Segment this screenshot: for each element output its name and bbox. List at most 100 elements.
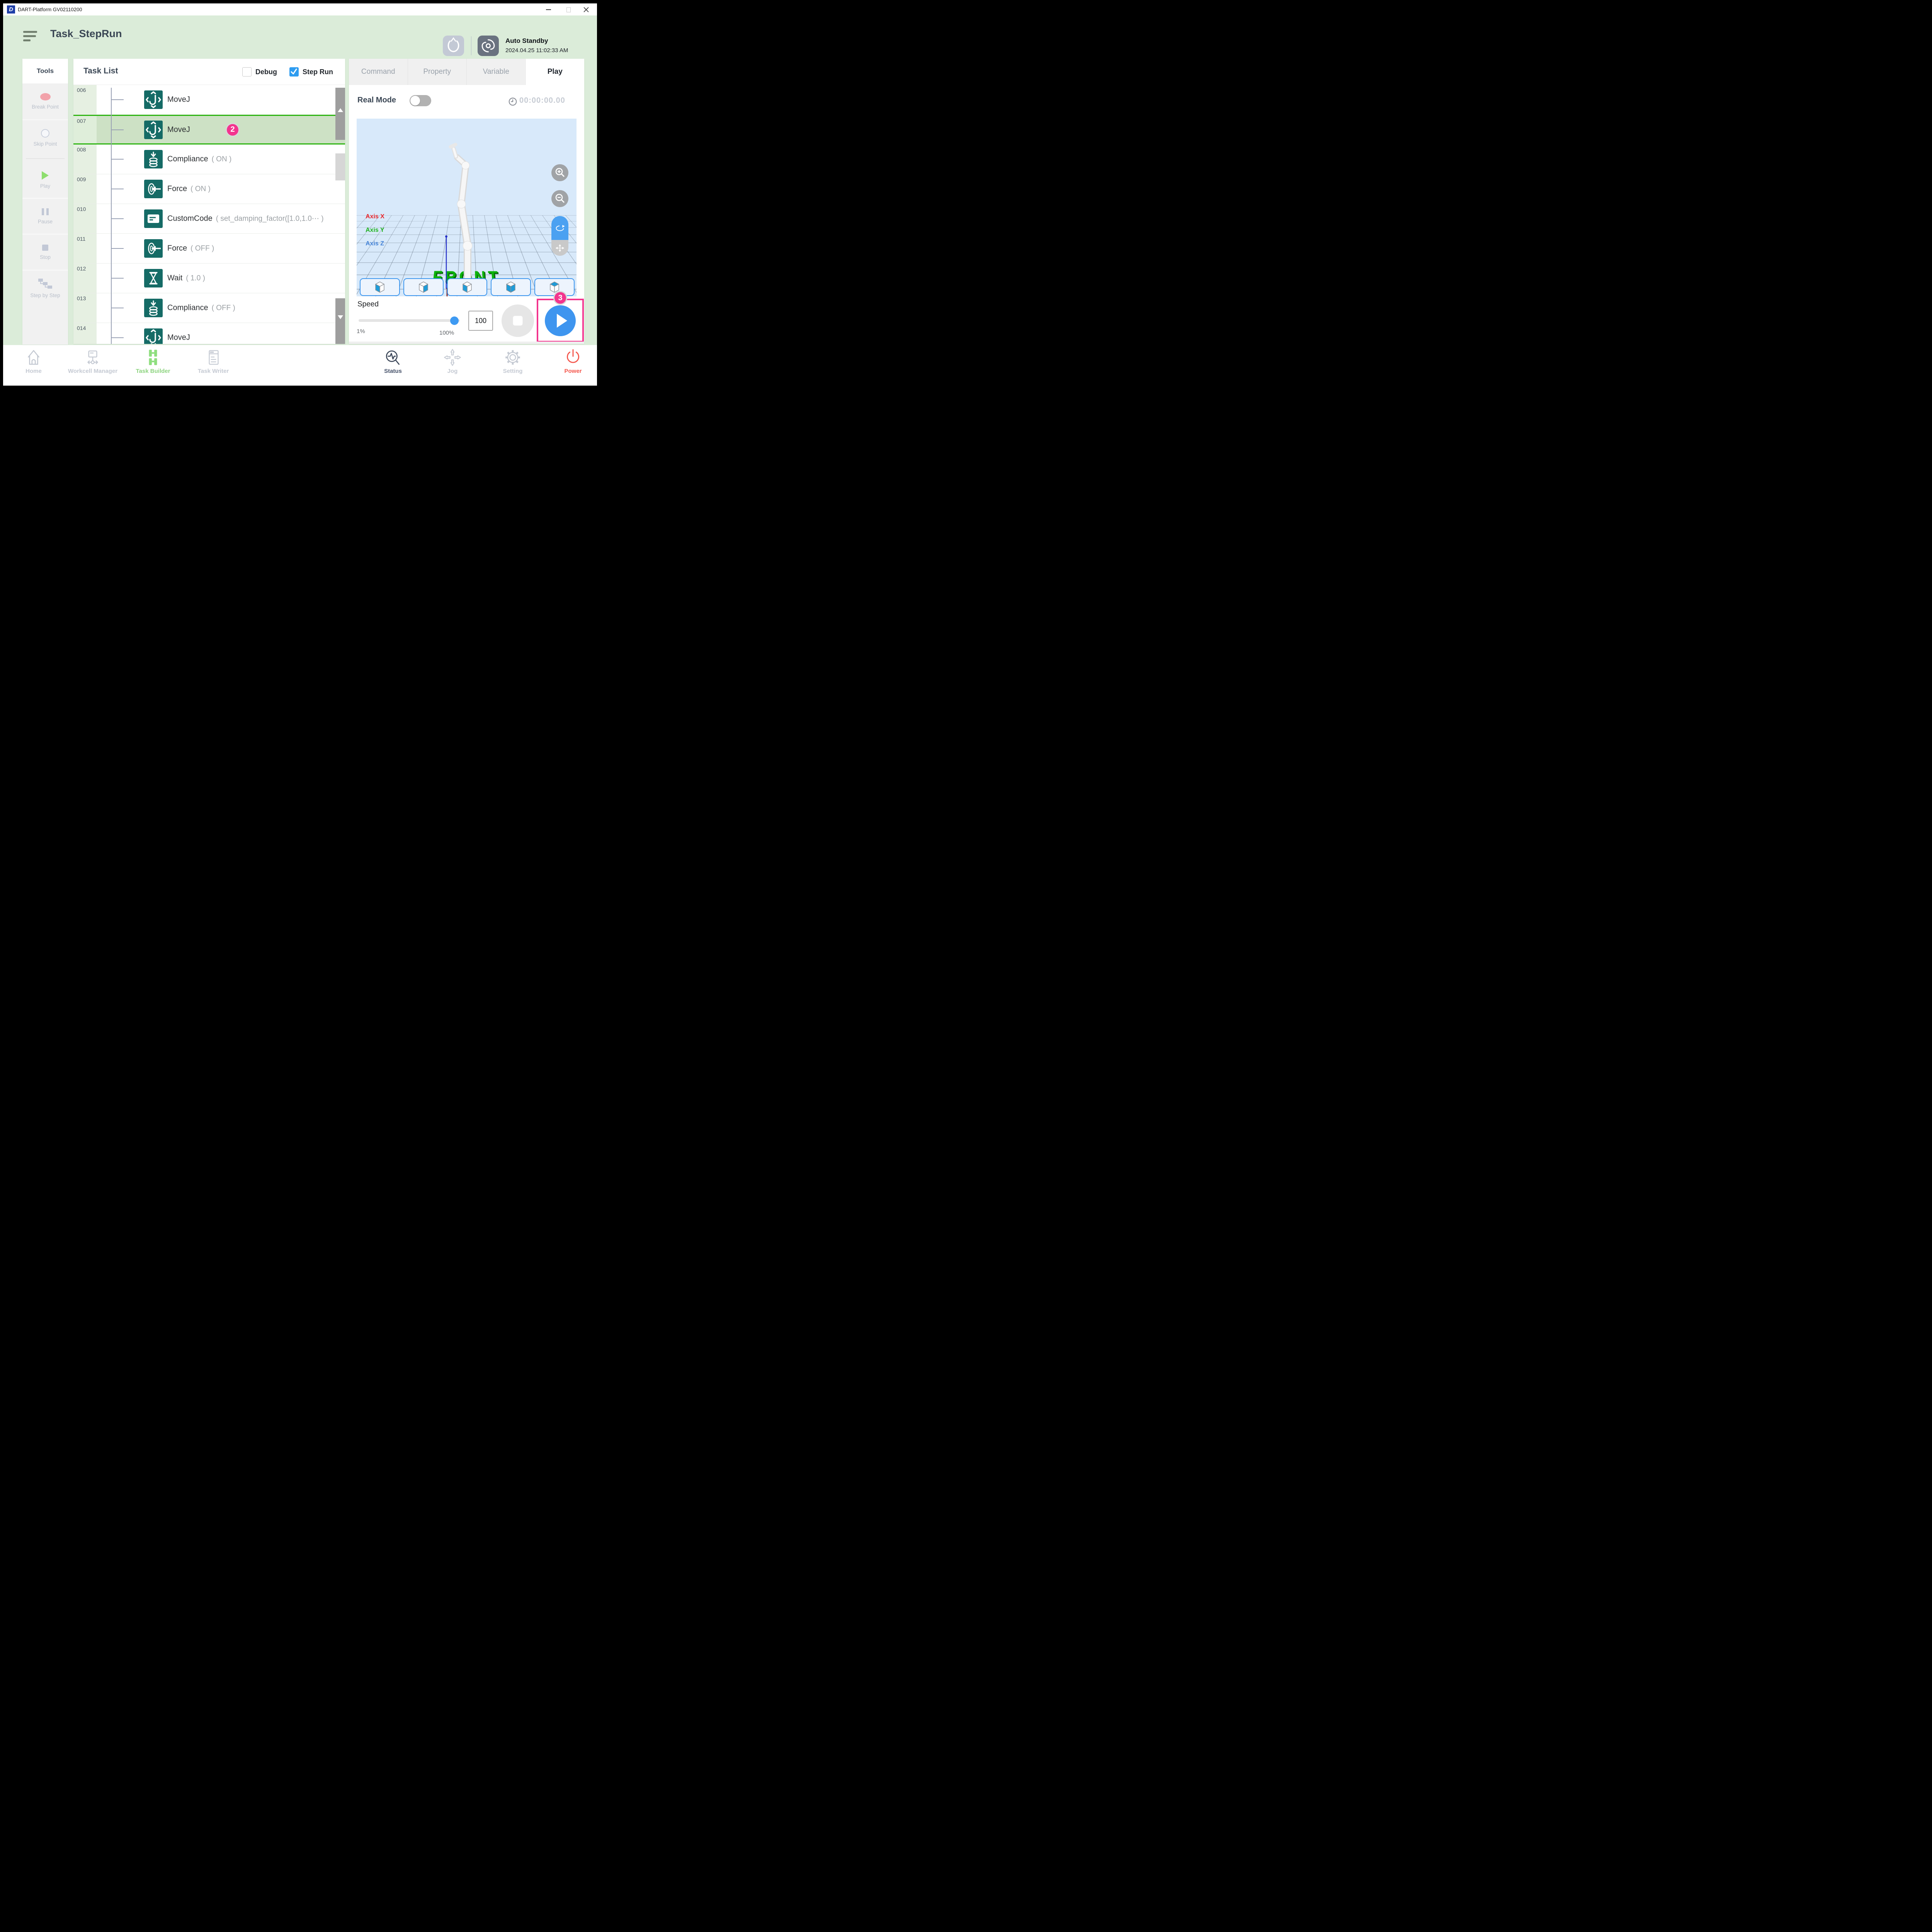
step-by-step-button[interactable]: Step by Step [22, 270, 68, 306]
task-row[interactable]: 010 CustomCode( set_damping_factor([1.0,… [73, 204, 345, 234]
tab-play[interactable]: Play [526, 59, 585, 85]
scroll-up-icon [338, 108, 343, 112]
pause-icon [42, 208, 49, 215]
maximize-button[interactable] [560, 4, 577, 15]
task-list-title: Task List [83, 66, 118, 76]
tab-variable[interactable]: Variable [466, 59, 526, 85]
nav-task-writer[interactable]: Task Writer [179, 348, 248, 374]
pan-arrows-icon [555, 243, 565, 253]
task-row[interactable]: 008 Compliance( ON ) [73, 145, 345, 174]
setting-gear-icon [503, 348, 522, 367]
view-front-button[interactable] [360, 278, 400, 296]
task-list-scrollbar[interactable] [335, 85, 345, 344]
task-row[interactable]: 006 MoveJ [73, 85, 345, 115]
minimize-button[interactable] [540, 4, 557, 15]
view-right-button[interactable] [403, 278, 444, 296]
speed-value-field[interactable]: 100 [468, 311, 493, 331]
movej-icon [144, 90, 163, 109]
timer-clock-icon [508, 97, 517, 108]
axis-x-label: Axis X [366, 213, 384, 220]
task-row[interactable]: 011 Force( OFF ) [73, 234, 345, 264]
app-logo-icon: D [7, 5, 15, 14]
view-front-cube-icon [373, 280, 386, 294]
movej-icon [144, 121, 163, 139]
play-task-button[interactable] [545, 305, 576, 336]
speed-slider-track[interactable] [359, 319, 460, 322]
rotate-view-button[interactable] [551, 216, 568, 240]
nav-workcell-manager[interactable]: Workcell Manager [58, 348, 128, 374]
tab-command[interactable]: Command [349, 59, 408, 85]
pan-view-button[interactable] [551, 240, 568, 256]
nav-setting[interactable]: Setting [478, 348, 548, 374]
play-triangle-icon [557, 314, 567, 328]
axis-y-label: Axis Y [366, 227, 384, 234]
tools-title: Tools [22, 59, 68, 83]
nav-task-builder[interactable]: Task Builder [118, 348, 188, 374]
tab-property[interactable]: Property [408, 59, 467, 85]
robot-state-button[interactable] [443, 36, 464, 56]
nav-power[interactable]: Power [538, 348, 600, 374]
annotation-step2-badge: 2 [226, 123, 240, 137]
view-iso-button[interactable] [491, 278, 531, 296]
view-left-cube-icon [461, 280, 474, 294]
customcode-icon [144, 209, 163, 228]
view-left-button[interactable] [447, 278, 487, 296]
step-run-label: Step Run [303, 68, 333, 76]
task-list-header: Task List Debug Step Run [73, 59, 345, 85]
speed-min-label: 1% [357, 328, 365, 335]
step-by-step-icon [38, 278, 53, 289]
status-timestamp: 2024.04.25 11:02:33 AM [505, 47, 568, 54]
stop-tool-button[interactable]: Stop [22, 234, 68, 270]
status-text: Auto Standby [505, 37, 568, 45]
task-row[interactable]: 009 Force( ON ) [73, 174, 345, 204]
scroll-down-icon [338, 315, 343, 319]
bottom-navigation: Home Workcell Manager [3, 345, 597, 386]
step-run-checkbox[interactable] [289, 67, 299, 77]
compliance-icon [144, 150, 163, 168]
scrollbar-down-button[interactable] [335, 298, 345, 344]
tools-divider [22, 155, 68, 162]
nav-status[interactable]: Status [358, 348, 428, 374]
speed-slider-knob[interactable] [450, 316, 459, 325]
wait-icon [144, 269, 163, 287]
play-tool-button[interactable]: Play [22, 162, 68, 198]
movej-icon [144, 328, 163, 344]
workcell-manager-icon [83, 348, 102, 367]
scrollbar-up-button[interactable] [335, 88, 345, 140]
app-window: D DART-Platform GV02110200 Task_StepRun [3, 3, 597, 386]
right-panel-scroll-strip[interactable] [349, 342, 584, 344]
window-title: DART-Platform GV02110200 [18, 7, 82, 12]
tools-panel: Tools Break Point Skip Point Play [22, 59, 68, 345]
speed-label: Speed [357, 300, 379, 309]
robot-3d-viewport[interactable]: FRONT [357, 119, 577, 296]
close-button[interactable] [578, 4, 595, 15]
pause-tool-button[interactable]: Pause [22, 198, 68, 234]
stop-playback-button[interactable] [502, 304, 534, 337]
task-row[interactable]: 014 MoveJ [73, 323, 345, 344]
check-icon [290, 68, 298, 76]
robot-status-block: Auto Standby 2024.04.25 11:02:33 AM [505, 37, 568, 54]
scrollbar-thumb[interactable] [335, 153, 345, 180]
mode-status-button[interactable] [478, 36, 499, 56]
zoom-in-button[interactable] [551, 164, 568, 181]
right-panel-tabs: Command Property Variable Play [349, 59, 584, 85]
task-row-selected[interactable]: 007 MoveJ 2 [73, 115, 345, 145]
breakpoint-button[interactable]: Break Point [22, 83, 68, 119]
nav-jog[interactable]: Jog [418, 348, 487, 374]
home-icon [24, 348, 43, 367]
zoom-out-button[interactable] [551, 190, 568, 207]
power-icon [564, 348, 582, 367]
skip-point-button[interactable]: Skip Point [22, 119, 68, 155]
breakpoint-icon [40, 93, 51, 100]
view-iso-cube-icon [504, 280, 517, 294]
task-row[interactable]: 012 Wait( 1.0 ) [73, 264, 345, 293]
task-row[interactable]: 013 Compliance( OFF ) [73, 293, 345, 323]
real-mode-toggle[interactable] [410, 95, 431, 106]
task-list-panel: Task List Debug Step Run 006 [73, 59, 345, 344]
zoom-out-icon [551, 190, 568, 207]
debug-checkbox[interactable] [242, 67, 252, 77]
tools-body: Break Point Skip Point Play Pause [22, 83, 68, 345]
view-preset-row [357, 278, 577, 296]
annotation-step3-badge: 3 [553, 291, 567, 305]
menu-hamburger-icon[interactable] [23, 31, 39, 44]
